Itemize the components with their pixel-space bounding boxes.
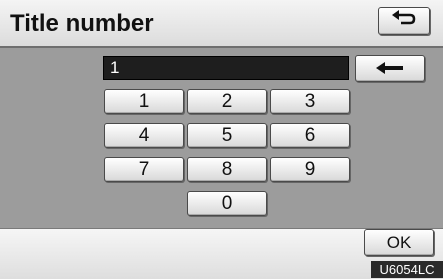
header-bar: Title number — [0, 0, 443, 48]
key-8[interactable]: 8 — [187, 157, 267, 182]
key-1[interactable]: 1 — [104, 89, 184, 114]
key-4[interactable]: 4 — [104, 123, 184, 148]
back-button[interactable] — [378, 7, 430, 35]
number-display: 1 — [103, 56, 349, 80]
key-6[interactable]: 6 — [270, 123, 350, 148]
image-code-label: U6054LC — [371, 261, 443, 278]
return-arrow-icon — [391, 10, 417, 32]
key-5[interactable]: 5 — [187, 123, 267, 148]
key-0[interactable]: 0 — [187, 191, 267, 216]
key-9[interactable]: 9 — [270, 157, 350, 182]
left-arrow-icon — [376, 58, 404, 80]
page-title: Title number — [10, 10, 154, 37]
ok-button[interactable]: OK — [364, 229, 434, 256]
delete-button[interactable] — [355, 55, 425, 82]
key-2[interactable]: 2 — [187, 89, 267, 114]
key-7[interactable]: 7 — [104, 157, 184, 182]
key-3[interactable]: 3 — [270, 89, 350, 114]
